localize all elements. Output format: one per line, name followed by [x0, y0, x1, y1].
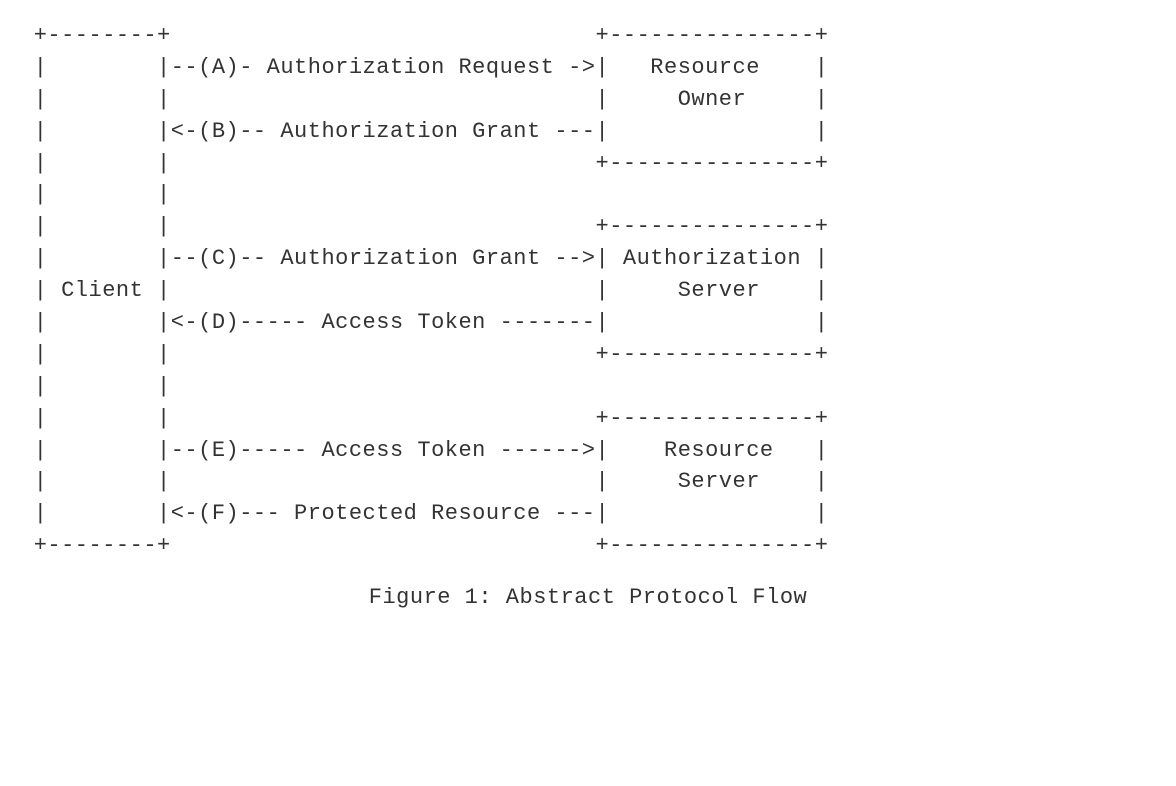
diagram-line: | |: [20, 374, 171, 399]
diagram-line: | |--(A)- Authorization Request ->| Reso…: [20, 55, 828, 80]
diagram-line: | | +---------------+: [20, 214, 828, 239]
diagram-line: +--------+ +---------------+: [20, 23, 828, 48]
diagram-line: | | +---------------+: [20, 342, 828, 367]
diagram-line: | |--(E)----- Access Token ------>| Reso…: [20, 438, 828, 463]
diagram-line: | | +---------------+: [20, 151, 828, 176]
ascii-diagram: +--------+ +---------------+ | |--(A)- A…: [20, 20, 1156, 562]
diagram-line: | | +---------------+: [20, 406, 828, 431]
diagram-line: | |<-(D)----- Access Token -------| |: [20, 310, 828, 335]
diagram-line: +--------+ +---------------+: [20, 533, 828, 558]
diagram-line: | |<-(F)--- Protected Resource ---| |: [20, 501, 828, 526]
diagram-line: | |--(C)-- Authorization Grant -->| Auth…: [20, 246, 828, 271]
diagram-line: | Client | | Server |: [20, 278, 828, 303]
diagram-line: | |<-(B)-- Authorization Grant ---| |: [20, 119, 828, 144]
diagram-line: | | | Owner |: [20, 87, 828, 112]
diagram-line: | |: [20, 182, 171, 207]
diagram-line: | | | Server |: [20, 469, 828, 494]
figure-caption: Figure 1: Abstract Protocol Flow: [20, 582, 1156, 614]
